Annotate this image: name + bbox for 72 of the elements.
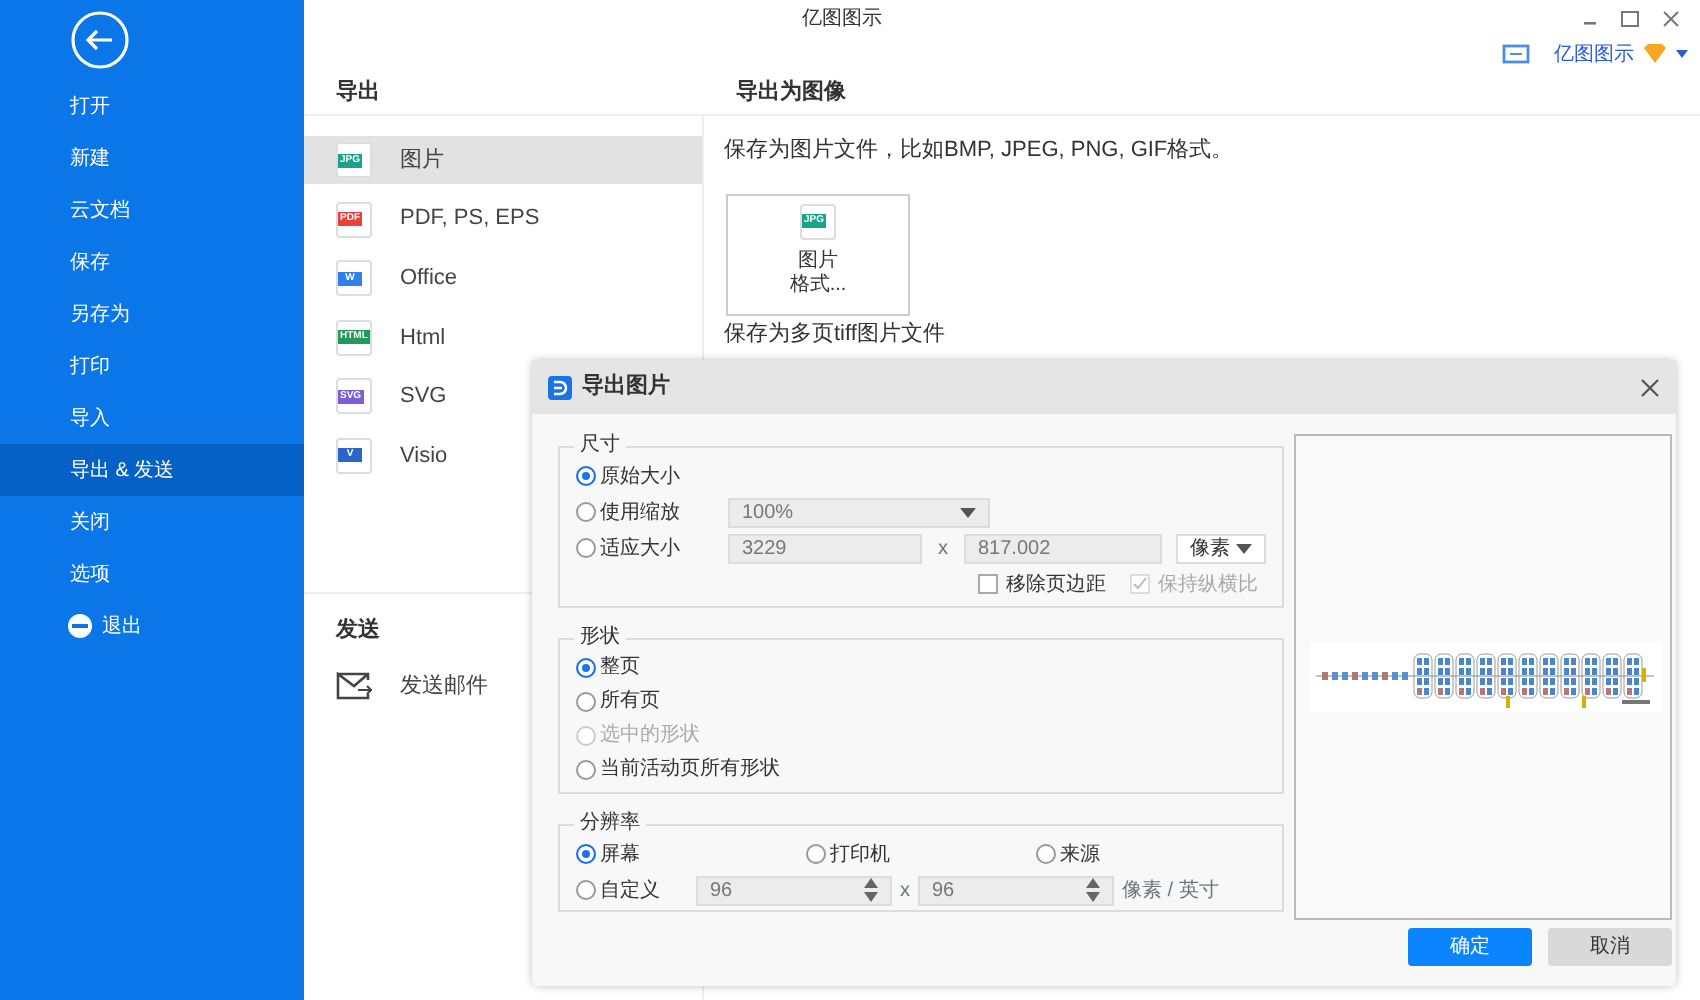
unit-label: 像素 / 英寸 xyxy=(1122,877,1219,905)
close-icon[interactable] xyxy=(1662,9,1680,27)
sidebar-item[interactable]: 选项 xyxy=(0,548,304,600)
radio-label: 适应大小 xyxy=(600,535,680,563)
radio-label: 当前活动页所有形状 xyxy=(600,755,780,784)
spinner-arrows-icon[interactable] xyxy=(1086,878,1100,902)
description-text: 保存为多页tiff图片文件 xyxy=(724,321,947,345)
exit-icon xyxy=(68,614,92,638)
dpi-input[interactable]: 96 xyxy=(918,875,1114,905)
radio-button[interactable] xyxy=(576,657,596,677)
app-icon xyxy=(548,375,572,399)
radio-label: 整页 xyxy=(600,654,640,682)
checkbox-label: 保持纵横比 xyxy=(1158,571,1258,599)
radio-button[interactable] xyxy=(1036,844,1056,864)
radio-label: 打印机 xyxy=(830,841,890,869)
radio-button[interactable] xyxy=(576,466,596,486)
section-heading: 导出为图像 xyxy=(736,77,846,109)
caret-icon xyxy=(960,507,976,517)
sidebar-item[interactable]: 退出 xyxy=(0,600,304,652)
section-heading: 发送 xyxy=(336,617,380,642)
radio-label: 选中的形状 xyxy=(600,721,700,750)
sidebar-item[interactable]: 云文档 xyxy=(0,184,304,236)
radio-button[interactable] xyxy=(576,691,596,711)
radio-button[interactable] xyxy=(576,844,596,864)
radio-label: 屏幕 xyxy=(600,841,640,869)
group-title: 分辨率 xyxy=(578,812,642,836)
section-heading: 导出 xyxy=(334,77,382,109)
cancel-button[interactable]: 取消 xyxy=(1548,928,1672,966)
group-title: 尺寸 xyxy=(578,434,622,458)
times-sign: x xyxy=(936,535,950,563)
unit-select[interactable]: 像素 xyxy=(1176,533,1266,563)
times-sign: x xyxy=(900,877,910,905)
radio-label: 原始大小 xyxy=(600,463,680,491)
back-icon[interactable] xyxy=(70,10,130,70)
sidebar-item[interactable]: 新建 xyxy=(0,132,304,184)
radio-label: 所有页 xyxy=(600,687,660,716)
sidebar-item[interactable]: 打开 xyxy=(0,80,304,132)
card-subtitle: 格式... xyxy=(789,273,847,297)
group-title: 形状 xyxy=(578,626,622,650)
sidebar-item[interactable]: 另存为 xyxy=(0,288,304,340)
dialog-title: 导出图片 xyxy=(582,371,670,403)
sidebar-item[interactable]: 打印 xyxy=(0,340,304,392)
sidebar-item[interactable]: 关闭 xyxy=(0,496,304,548)
ok-button[interactable]: 确定 xyxy=(1408,928,1532,966)
close-icon[interactable] xyxy=(1640,377,1660,397)
radio-label: 来源 xyxy=(1060,841,1100,869)
spinner-arrows-icon[interactable] xyxy=(864,878,878,902)
sidebar-item[interactable]: 导出 & 发送 xyxy=(0,444,304,496)
zoom-select[interactable]: 100% xyxy=(728,497,990,527)
window-title: 亿图图示 xyxy=(802,5,882,33)
height-input[interactable]: 817.002 xyxy=(964,533,1162,563)
radio-button[interactable] xyxy=(806,844,826,864)
description-text: 保存为图片文件，比如BMP, JPEG, PNG, GIF格式。 xyxy=(724,135,1236,166)
radio-button[interactable] xyxy=(576,538,596,558)
diamond-icon xyxy=(1642,44,1668,64)
caret-icon xyxy=(1236,543,1252,553)
sidebar-item[interactable]: 保存 xyxy=(0,236,304,288)
dpi-input[interactable]: 96 xyxy=(696,875,892,905)
card-title: 图片 xyxy=(798,249,838,273)
checkbox[interactable] xyxy=(978,574,998,594)
radio-label: 自定义 xyxy=(600,877,660,905)
caret-icon[interactable] xyxy=(1676,50,1688,58)
mail-icon xyxy=(336,672,372,701)
radio-label: 使用缩放 xyxy=(600,499,680,527)
sidebar-item[interactable]: 导入 xyxy=(0,392,304,444)
radio-button[interactable] xyxy=(576,502,596,522)
radio-button[interactable] xyxy=(576,759,596,779)
maximize-icon[interactable] xyxy=(1620,9,1640,27)
radio-button[interactable] xyxy=(576,880,596,900)
checkbox-label: 移除页边距 xyxy=(1006,571,1106,599)
account-name[interactable]: 亿图图示 xyxy=(1554,39,1634,69)
width-input[interactable]: 3229 xyxy=(728,533,922,563)
